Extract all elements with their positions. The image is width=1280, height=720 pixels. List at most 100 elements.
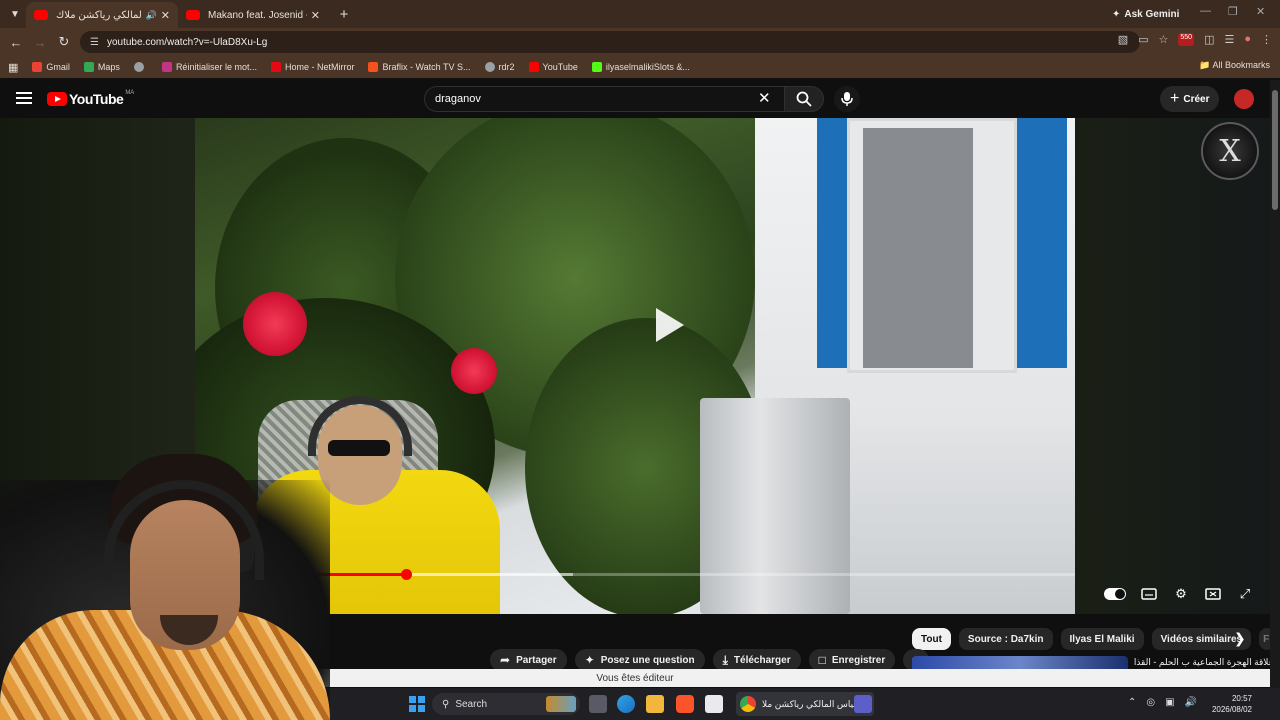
- related-video-title[interactable]: علاقة الهجرة الجماعية ب الحلم - القذان: [1134, 657, 1274, 668]
- store-icon[interactable]: [705, 695, 723, 713]
- clear-search-icon[interactable]: ✕: [758, 89, 771, 107]
- windows-start-icon[interactable]: [409, 696, 425, 712]
- bookmark-youtube[interactable]: YouTube: [528, 62, 578, 72]
- download-button[interactable]: ⤓ Télécharger: [712, 649, 801, 671]
- bookmark-rdr2[interactable]: rdr2: [484, 62, 515, 72]
- settings-gear-icon[interactable]: ⚙: [1172, 586, 1190, 602]
- tab-title: Makano feat. Josenid - Su Nom: [208, 9, 307, 21]
- hamburger-menu-icon[interactable]: [16, 92, 32, 104]
- chrome-icon: [740, 696, 756, 712]
- address-bar[interactable]: ☰ youtube.com/watch?v=-UlaD8Xu-Lg: [80, 31, 1140, 53]
- progress-loaded: [406, 573, 574, 576]
- bookmark-icon: □: [818, 653, 826, 667]
- all-bookmarks-button[interactable]: 📁 All Bookmarks: [1199, 60, 1270, 71]
- bookmarks-bar: ▦ Gmail Maps Réinitialiser le mot... Hom…: [0, 56, 1280, 78]
- apps-grid-icon[interactable]: ▦: [8, 61, 18, 74]
- youtube-play-logo-icon: [47, 92, 67, 106]
- related-video-thumbnail[interactable]: [912, 656, 1128, 670]
- scrollbar-thumb[interactable]: [1272, 90, 1278, 210]
- ask-gemini-label: Ask Gemini: [1124, 8, 1180, 20]
- page-scrollbar[interactable]: [1270, 80, 1280, 688]
- taskbar-search[interactable]: ⚲ Search: [432, 693, 580, 715]
- chevron-up-icon[interactable]: ⌃: [1128, 697, 1136, 708]
- ask-question-button[interactable]: ✦ Posez une question: [574, 649, 705, 671]
- bookmark-reset-password[interactable]: Réinitialiser le mot...: [161, 62, 257, 72]
- taskbar-clock[interactable]: 20:57 2026/08/02: [1208, 693, 1252, 715]
- extension-badge[interactable]: 550: [1178, 33, 1195, 46]
- subtitles-icon[interactable]: [1140, 586, 1158, 602]
- maps-pin-icon: [83, 62, 94, 72]
- red-hibiscus: [243, 292, 307, 356]
- microphone-icon[interactable]: ◎: [1146, 697, 1155, 708]
- share-label: Partager: [516, 654, 557, 666]
- restore-icon[interactable]: ❐: [1228, 5, 1238, 18]
- bookmark-label: Maps: [97, 62, 120, 72]
- microphone-icon: [841, 92, 853, 106]
- bookmark-maps[interactable]: Maps: [83, 62, 120, 72]
- search-input[interactable]: draganov: [424, 86, 784, 112]
- bookmark-netmirror[interactable]: Home - NetMirror: [270, 62, 354, 72]
- editor-banner-text: Vous êtes éditeur: [596, 672, 674, 684]
- kebab-menu-icon[interactable]: ⋮: [1261, 33, 1272, 46]
- close-tab-icon[interactable]: ✕: [311, 9, 320, 22]
- channel-watermark-logo[interactable]: X: [1201, 122, 1259, 180]
- youtube-logo[interactable]: YouTube MA: [47, 90, 134, 107]
- reading-list-icon[interactable]: ☰: [1224, 33, 1234, 46]
- chevron-right-icon[interactable]: ❯: [1234, 630, 1246, 647]
- chip-source[interactable]: Source : Da7kin: [958, 628, 1053, 650]
- create-label: Créer: [1183, 93, 1210, 105]
- brave-icon[interactable]: [676, 695, 694, 713]
- all-bookmarks-label: All Bookmarks: [1212, 60, 1270, 70]
- bookmark-label: Gmail: [46, 62, 70, 72]
- cast-icon[interactable]: ▭: [1138, 33, 1148, 46]
- miniplayer-icon[interactable]: [1204, 586, 1222, 602]
- clock-time: 20:57: [1231, 694, 1252, 703]
- tab-youtube-reaction[interactable]: الياس المالكي رياكشن ملاك 🔊 ✕: [26, 2, 178, 28]
- bookmark-label: Braflix - Watch TV S...: [382, 62, 471, 72]
- site-info-icon[interactable]: ☰: [90, 37, 99, 48]
- tab-search-chevron-icon[interactable]: ▼: [4, 3, 26, 25]
- speaker-icon[interactable]: 🔊: [146, 10, 157, 21]
- clock-date: 2026/08/02: [1211, 705, 1252, 714]
- minimize-icon[interactable]: —: [1200, 5, 1211, 17]
- extensions-puzzle-icon[interactable]: ◫: [1204, 33, 1214, 46]
- chip-all[interactable]: Tout: [912, 628, 951, 650]
- star-bookmark-icon[interactable]: ☆: [1159, 33, 1169, 46]
- bookmark-gmail[interactable]: Gmail: [32, 62, 70, 72]
- account-avatar[interactable]: [1234, 89, 1254, 109]
- profile-avatar-icon[interactable]: ●: [1244, 33, 1251, 46]
- back-arrow-icon[interactable]: ←: [4, 35, 28, 50]
- create-button[interactable]: + Créer: [1160, 86, 1220, 112]
- file-explorer-icon[interactable]: [646, 695, 664, 713]
- bookmark-kick[interactable]: ilyaselmalikiSlots &...: [591, 62, 690, 72]
- tab-makano[interactable]: Makano feat. Josenid - Su Nom ✕: [178, 2, 328, 28]
- voice-search-button[interactable]: [834, 86, 860, 112]
- window-grill: [863, 128, 973, 368]
- planter-bin: [700, 398, 850, 614]
- play-overlay-icon[interactable]: [656, 308, 684, 342]
- bookmark-globe[interactable]: [133, 62, 148, 72]
- ask-question-label: Posez une question: [600, 654, 695, 666]
- close-tab-icon[interactable]: ✕: [161, 9, 170, 22]
- close-window-icon[interactable]: ✕: [1256, 5, 1265, 18]
- new-tab-plus-icon[interactable]: +: [334, 4, 354, 24]
- taskbar-search-label: Search: [455, 698, 488, 710]
- share-button[interactable]: ➦ Partager: [490, 649, 567, 671]
- globe-icon: [133, 62, 144, 72]
- fullscreen-icon[interactable]: ⤢: [1236, 586, 1254, 602]
- search-button[interactable]: [784, 86, 824, 112]
- forward-arrow-icon[interactable]: →: [28, 35, 52, 50]
- autoplay-toggle[interactable]: [1104, 588, 1126, 600]
- volume-icon[interactable]: 🔊: [1185, 697, 1197, 708]
- network-icon[interactable]: ▣: [1165, 697, 1174, 708]
- chip-channel[interactable]: Ilyas El Maliki: [1060, 628, 1144, 650]
- edge-icon[interactable]: [617, 695, 635, 713]
- sparkle-icon: ✦: [584, 653, 595, 667]
- ask-gemini-button[interactable]: ✦ Ask Gemini: [1104, 4, 1187, 24]
- teams-icon[interactable]: [854, 695, 872, 713]
- reload-icon[interactable]: ↻: [52, 34, 76, 50]
- bookmark-braflix[interactable]: Braflix - Watch TV S...: [368, 62, 471, 72]
- save-button[interactable]: □ Enregistrer: [808, 649, 896, 671]
- translate-icon[interactable]: ▧: [1118, 33, 1128, 46]
- task-view-icon[interactable]: [589, 695, 607, 713]
